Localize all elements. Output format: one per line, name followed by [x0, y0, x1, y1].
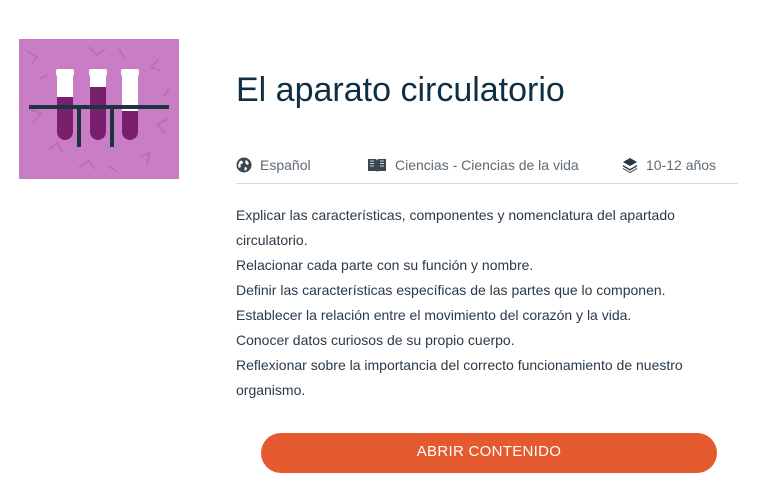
test-tubes-icon: [19, 39, 179, 179]
course-card: El aparato circulatorio Español Ciencias…: [0, 0, 777, 498]
age-meta: 10-12 años: [622, 157, 716, 173]
list-item: Definir las características específicas …: [236, 282, 666, 298]
course-meta: Español Ciencias - Ciencias de la vida 1…: [236, 155, 738, 184]
language-meta: Español: [236, 157, 311, 173]
layers-icon: [623, 158, 637, 173]
subject-meta: Ciencias - Ciencias de la vida: [367, 157, 579, 173]
list-item: Establecer la relación entre el movimien…: [236, 307, 632, 323]
list-item: Reflexionar sobre la importancia del cor…: [236, 357, 683, 398]
language-label: Español: [260, 157, 311, 173]
age-label: 10-12 años: [646, 157, 717, 173]
list-item: Conocer datos curiosos de su propio cuer…: [236, 332, 515, 348]
list-item: Relacionar cada parte con su función y n…: [236, 257, 534, 273]
list-item: Explicar las características, componente…: [236, 207, 675, 248]
objectives-list: Explicar las características, componente…: [236, 203, 706, 403]
subject-label: Ciencias - Ciencias de la vida: [395, 157, 579, 173]
globe-icon: [236, 157, 252, 173]
open-book-icon: [368, 159, 386, 172]
page-title: El aparato circulatorio: [236, 71, 565, 109]
open-content-button[interactable]: ABRIR CONTENIDO: [261, 433, 717, 473]
